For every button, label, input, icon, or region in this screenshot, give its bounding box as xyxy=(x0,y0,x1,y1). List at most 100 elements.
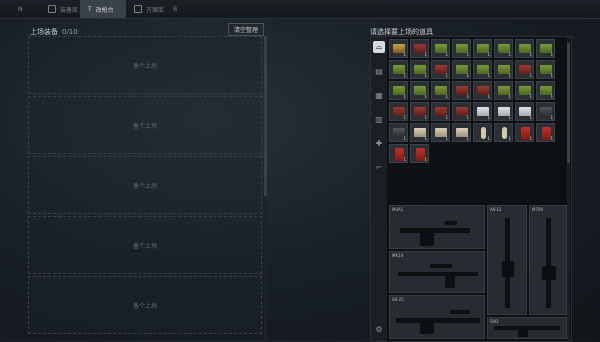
tab-hotkey-b[interactable]: B xyxy=(165,0,185,18)
item-cell[interactable]: 1 xyxy=(452,81,471,100)
item-cell[interactable]: 1 xyxy=(410,60,429,79)
weapon-cell[interactable]: MK14 xyxy=(389,251,485,293)
item-cell[interactable]: 1 xyxy=(473,102,492,121)
item-count: 1 xyxy=(403,73,406,78)
backpack-icon[interactable]: ▥ xyxy=(373,113,385,125)
item-cell[interactable]: 1 xyxy=(473,60,492,79)
item-cell[interactable]: 1 xyxy=(473,81,492,100)
weapon-cell[interactable]: SR-25 xyxy=(389,295,485,339)
item-cell[interactable]: 1 xyxy=(494,123,513,142)
tab-hotkey-label: T xyxy=(88,5,92,13)
rifle-icon xyxy=(396,318,480,323)
helmet-icon[interactable]: ⌓ xyxy=(373,41,385,53)
tab-label: 改枪台 xyxy=(95,6,114,14)
box-icon xyxy=(48,5,56,13)
loadout-count: 0/10 xyxy=(62,28,78,36)
item-cell[interactable]: 1 xyxy=(389,81,408,100)
item-cell[interactable]: 1 xyxy=(515,39,534,58)
loadout-slot[interactable]: 备个上场 xyxy=(28,216,262,274)
item-cell[interactable]: 1 xyxy=(431,123,450,142)
item-cell[interactable]: 1 xyxy=(410,39,429,58)
weapon-cell[interactable]: AK-12 xyxy=(487,205,527,315)
item-cell[interactable]: 1 xyxy=(515,123,534,142)
item-cell[interactable]: 1 xyxy=(536,102,555,121)
item-cell[interactable]: 1 xyxy=(536,123,555,142)
item-cell[interactable]: 1 xyxy=(494,60,513,79)
item-count: 1 xyxy=(466,115,469,120)
rig-icon[interactable]: ▦ xyxy=(373,89,385,101)
item-cell[interactable]: 1 xyxy=(536,81,555,100)
item-cell[interactable]: 1 xyxy=(389,39,408,58)
item-count: 1 xyxy=(424,52,427,57)
item-icon xyxy=(481,127,486,139)
item-count: 1 xyxy=(466,94,469,99)
tab-hotkey-n[interactable]: N xyxy=(10,0,31,18)
item-count: 1 xyxy=(424,94,427,99)
item-cell[interactable]: 1 xyxy=(515,81,534,100)
armor-icon[interactable]: ▤ xyxy=(373,65,385,77)
item-cell[interactable]: 1 xyxy=(431,39,450,58)
item-cell[interactable]: 1 xyxy=(452,39,471,58)
item-cell[interactable]: 1 xyxy=(389,123,408,142)
rifle-icon xyxy=(450,310,470,314)
clear-button[interactable]: 清空整理 xyxy=(228,23,264,36)
item-count: 1 xyxy=(508,94,511,99)
rifle-icon xyxy=(518,329,528,337)
item-cell[interactable]: 1 xyxy=(473,123,492,142)
item-cell[interactable]: 1 xyxy=(389,144,408,163)
loadout-slot-list: 备个上场 备个上场 备个上场 备个上场 备个上场 xyxy=(28,36,262,336)
inventory-scrollbar[interactable] xyxy=(567,37,570,341)
item-cell[interactable]: 1 xyxy=(452,60,471,79)
item-count: 1 xyxy=(550,94,553,99)
item-count: 1 xyxy=(529,94,532,99)
item-cell[interactable]: 1 xyxy=(494,102,513,121)
weapon-cell[interactable]: M700 xyxy=(529,205,567,315)
consumable-icon[interactable]: ✚ xyxy=(373,137,385,149)
item-cell[interactable]: 1 xyxy=(410,123,429,142)
rifle-icon xyxy=(430,264,452,268)
item-count: 1 xyxy=(424,157,427,162)
item-cell[interactable]: 1 xyxy=(515,102,534,121)
item-count: 1 xyxy=(424,115,427,120)
tab-gunsmith[interactable]: T 改枪台 xyxy=(80,0,126,18)
item-count: 1 xyxy=(529,136,532,141)
inventory-panel: ⌓ ▤ ▦ ▥ ✚ ⌐ ⚙ 1 1 1 1 1 1 1 1 1 1 1 1 1 1 1 1 1 1 1 1 1 1 1 1 1 1 1 1 1 1 1 1… xyxy=(370,36,572,342)
item-cell[interactable]: 1 xyxy=(515,60,534,79)
item-cell[interactable]: 1 xyxy=(536,60,555,79)
item-count: 1 xyxy=(550,52,553,57)
loadout-slot[interactable]: 备个上场 xyxy=(28,276,262,334)
item-count: 1 xyxy=(403,157,406,162)
category-column: ⌓ ▤ ▦ ▥ ✚ ⌐ ⚙ xyxy=(371,37,387,341)
rifle-icon xyxy=(420,322,434,334)
scroll-thumb[interactable] xyxy=(567,43,570,163)
weapon-icon[interactable]: ⌐ xyxy=(373,161,385,173)
item-count: 1 xyxy=(550,73,553,78)
tab-hotkey-label: B xyxy=(173,5,178,13)
item-cell[interactable]: 1 xyxy=(452,102,471,121)
item-cell[interactable]: 1 xyxy=(473,39,492,58)
item-cell[interactable]: 1 xyxy=(410,102,429,121)
item-cell[interactable]: 1 xyxy=(410,81,429,100)
item-count: 1 xyxy=(487,73,490,78)
item-cell[interactable]: 1 xyxy=(431,81,450,100)
scroll-thumb[interactable] xyxy=(264,36,267,196)
weapon-label: MK14 xyxy=(392,253,404,258)
loadout-slot[interactable]: 备个上场 xyxy=(28,156,262,214)
item-cell[interactable]: 1 xyxy=(431,60,450,79)
item-count: 1 xyxy=(529,115,532,120)
item-cell[interactable]: 1 xyxy=(494,81,513,100)
item-cell[interactable]: 1 xyxy=(452,123,471,142)
item-cell[interactable]: 1 xyxy=(494,39,513,58)
rifle-icon xyxy=(445,276,455,288)
weapon-cell[interactable]: M4A1 xyxy=(389,205,485,249)
item-cell[interactable]: 1 xyxy=(410,144,429,163)
loadout-slot[interactable]: 备个上场 xyxy=(28,96,262,154)
item-cell[interactable]: 1 xyxy=(431,102,450,121)
loadout-slot[interactable]: 备个上场 xyxy=(28,36,262,94)
item-cell[interactable]: 1 xyxy=(389,102,408,121)
item-cell[interactable]: 1 xyxy=(389,60,408,79)
weapon-cell[interactable]: SVD xyxy=(487,317,567,339)
settings-icon[interactable]: ⚙ xyxy=(373,323,385,335)
item-cell[interactable]: 1 xyxy=(536,39,555,58)
left-scrollbar[interactable] xyxy=(264,36,267,340)
